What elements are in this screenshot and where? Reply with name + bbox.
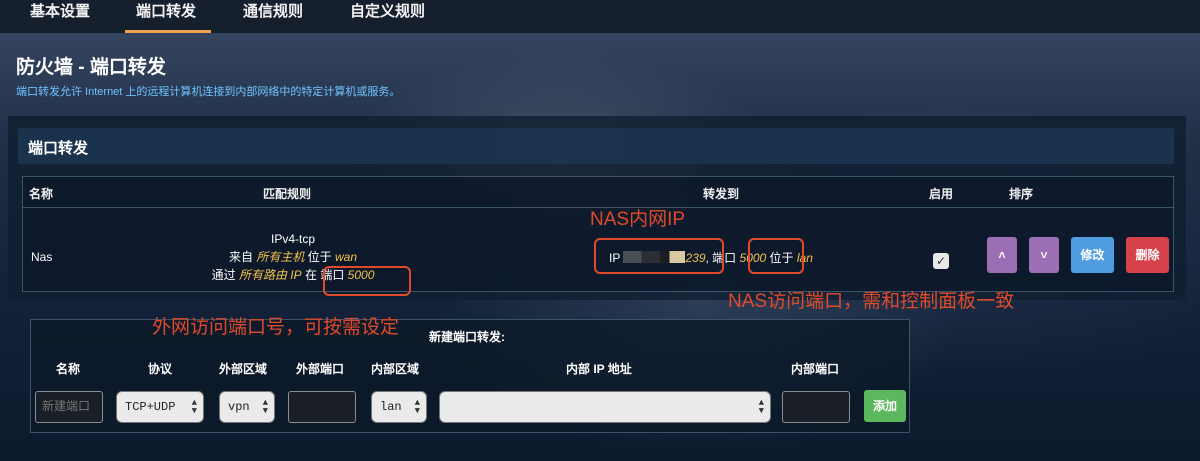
match-protocol: IPv4-tcp	[270, 232, 315, 246]
page-title: 防火墙 - 端口转发	[16, 57, 166, 78]
section-title: 端口转发	[28, 140, 89, 157]
top-tab-bar: 基本设置 端口转发 通信规则 自定义规则	[0, 0, 1200, 33]
int-port-input[interactable]	[782, 391, 850, 423]
section-header: 端口转发	[18, 128, 1174, 164]
new-header-int-ip: 内部 IP 地址	[566, 362, 632, 376]
header-sort: 排序	[1009, 187, 1034, 201]
new-header-int-port: 内部端口	[791, 362, 840, 376]
tab-basic-settings[interactable]: 基本设置	[30, 0, 90, 33]
match-from: 来自 所有主机 位于 wan	[228, 250, 358, 264]
new-header-name: 名称	[56, 362, 81, 376]
annotation-box-nas-ip	[594, 238, 724, 274]
new-header-protocol: 协议	[148, 362, 173, 376]
new-header-ext-port: 外部端口	[296, 362, 345, 376]
annotation-nas-port: NAS访问端口，需和控制面板一致	[728, 291, 1015, 312]
tab-traffic-rules[interactable]: 通信规则	[243, 0, 303, 33]
ext-port-input[interactable]	[288, 391, 356, 423]
rules-table: 名称 匹配规则 转发到 启用 排序 Nas IPv4-tcp 来自 所有主机 位…	[22, 176, 1174, 292]
select-arrows-icon: ▲ ▼	[414, 398, 420, 416]
protocol-select[interactable]: TCP+UDP ▲ ▼	[116, 391, 204, 423]
annotation-ext-port: 外网访问端口号，可按需设定	[152, 317, 400, 338]
move-up-button[interactable]: ˄	[987, 237, 1017, 273]
annotation-box-nas-port	[748, 238, 804, 274]
select-arrows-icon: ▲ ▼	[262, 398, 268, 416]
select-arrows-icon: ▲ ▼	[758, 398, 764, 416]
header-enable: 启用	[929, 187, 954, 201]
new-header-int-zone: 内部区域	[371, 362, 420, 376]
tab-port-forward[interactable]: 端口转发	[125, 0, 211, 33]
select-arrows-icon: ▲ ▼	[191, 398, 197, 416]
page-description: 端口转发允许 Internet 上的远程计算机连接到内部网络中的特定计算机或服务…	[16, 86, 401, 98]
edit-button[interactable]: 修改	[1071, 237, 1114, 273]
header-match: 匹配规则	[263, 187, 312, 201]
header-name: 名称	[29, 187, 54, 201]
move-down-button[interactable]: ˅	[1029, 237, 1059, 273]
rule-name: Nas	[31, 250, 53, 264]
enable-checkbox[interactable]: ✓	[933, 253, 949, 269]
new-rule-title: 新建端口转发:	[429, 330, 505, 344]
int-ip-select[interactable]: ▲ ▼	[439, 391, 771, 423]
annotation-box-ext-port	[323, 266, 411, 296]
ext-zone-select[interactable]: vpn ▲ ▼	[219, 391, 275, 423]
new-name-input[interactable]	[35, 391, 103, 423]
delete-button[interactable]: 删除	[1126, 237, 1169, 273]
add-button[interactable]: 添加	[864, 390, 906, 422]
header-forward: 转发到	[703, 187, 740, 201]
tab-custom-rules[interactable]: 自定义规则	[350, 0, 425, 33]
annotation-nas-ip: NAS内网IP	[590, 209, 686, 230]
new-header-ext-zone: 外部区域	[219, 362, 268, 376]
int-zone-select[interactable]: lan ▲ ▼	[371, 391, 427, 423]
